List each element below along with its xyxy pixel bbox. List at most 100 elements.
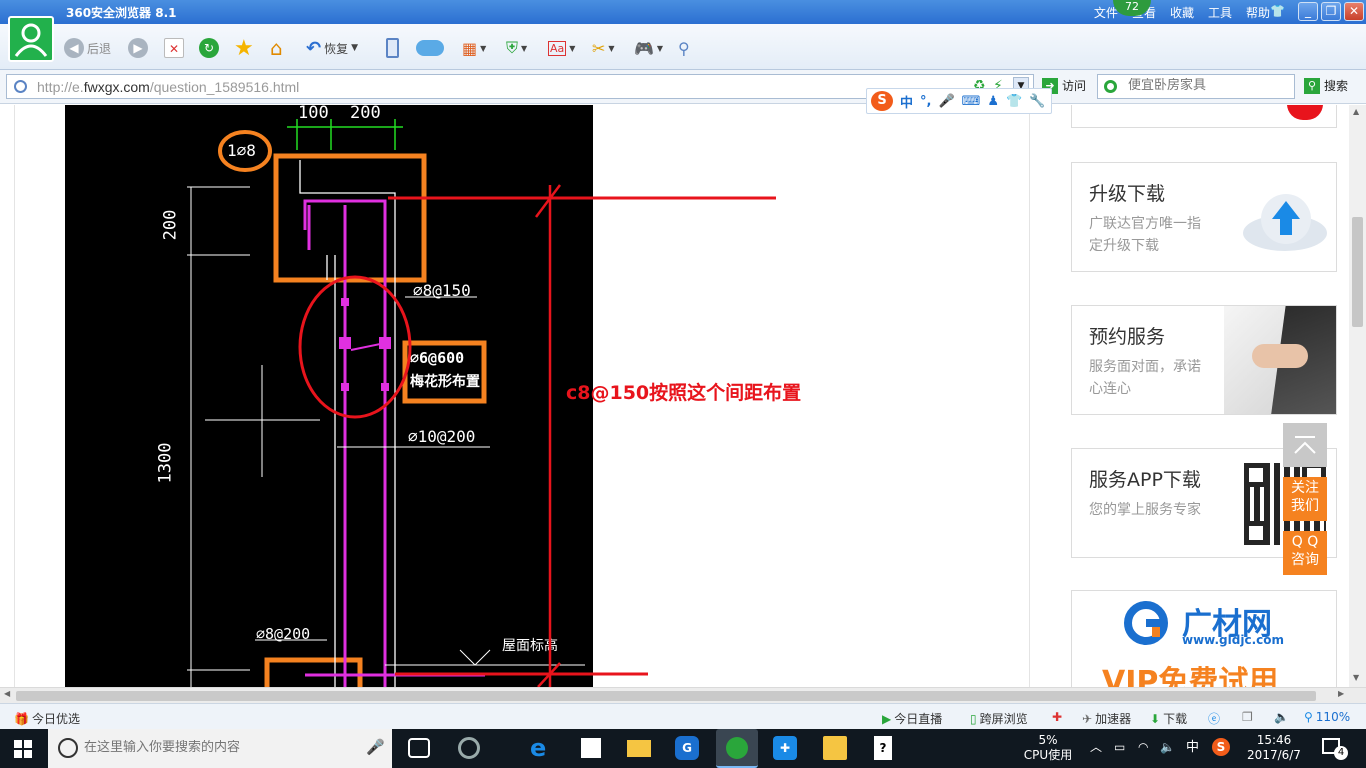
- volume-icon[interactable]: 🔈: [1160, 740, 1175, 755]
- app-360-button[interactable]: [454, 734, 484, 762]
- chevron-up-icon[interactable]: ︿: [1090, 740, 1102, 755]
- medical-button[interactable]: ✚: [1052, 710, 1062, 724]
- home-button[interactable]: ⌂: [270, 36, 283, 60]
- ie-mode[interactable]: ⓔ: [1208, 710, 1220, 727]
- forward-button[interactable]: ▶: [128, 36, 148, 60]
- game-button[interactable]: 🎮 ▼: [634, 36, 663, 60]
- chevron-down-icon: ▼: [569, 43, 576, 53]
- vertical-scroll-thumb[interactable]: [1352, 217, 1363, 327]
- microphone-icon[interactable]: 🎤: [366, 738, 385, 756]
- translate-button[interactable]: Aa ▼: [548, 36, 575, 60]
- taskbar-search-input[interactable]: [84, 740, 364, 755]
- scroll-down-icon[interactable]: ▼: [1353, 673, 1359, 682]
- ime-toolbar[interactable]: S 中 °, 🎤 ⌨ ♟ 👕 🔧: [866, 88, 1052, 114]
- ie-icon: ⓔ: [1208, 712, 1221, 726]
- explorer-button[interactable]: [624, 734, 654, 762]
- edge-icon: e: [530, 734, 547, 762]
- windows-logo-icon: [14, 740, 32, 758]
- zoom-tool-button[interactable]: ⚲: [678, 36, 690, 60]
- sidebar-card-partial[interactable]: [1071, 105, 1337, 128]
- chevron-down-icon: ▼: [351, 43, 359, 53]
- restore-label: 恢复: [324, 41, 349, 56]
- close-window-button[interactable]: ✕: [1344, 2, 1364, 21]
- plus-icon: ✚: [773, 736, 797, 760]
- today-picks[interactable]: 🎁 今日优选: [14, 710, 80, 727]
- stop-button[interactable]: ✕: [164, 36, 184, 60]
- search-input[interactable]: [1128, 78, 1288, 93]
- screenshot-button[interactable]: ✂ ▼: [592, 36, 615, 60]
- back-label: 后退: [87, 41, 112, 56]
- ime-indicator[interactable]: 中: [1186, 740, 1199, 755]
- notes-button[interactable]: [820, 734, 850, 762]
- live-today[interactable]: ▶ 今日直播: [882, 710, 942, 727]
- ime-mode[interactable]: 中: [900, 92, 913, 111]
- qq-consult-button[interactable]: Q Q 咨询: [1283, 531, 1327, 575]
- refresh-button[interactable]: ↻: [199, 36, 219, 60]
- sidebar-card-appointment[interactable]: 预约服务 服务面对面，承诺心连心: [1071, 305, 1337, 415]
- scroll-up-icon[interactable]: ▲: [1353, 107, 1359, 116]
- microphone-icon[interactable]: 🎤: [938, 94, 954, 109]
- title-bar: 360安全浏览器 8.1 文件 查看 收藏 工具 帮助 👕 _ ❐ ✕: [0, 0, 1366, 24]
- glodon-button[interactable]: G: [672, 734, 702, 762]
- scroll-right-icon[interactable]: ▶: [1338, 689, 1344, 698]
- visit-label: 访问: [1062, 79, 1087, 93]
- card-desc: 您的掌上服务专家: [1089, 502, 1201, 518]
- menu-help[interactable]: 帮助: [1246, 4, 1270, 21]
- taskbar-search[interactable]: 🎤: [48, 729, 392, 768]
- search-button[interactable]: ⚲ 搜索: [1304, 77, 1348, 94]
- ime-punct[interactable]: °,: [920, 94, 931, 109]
- zoom-level[interactable]: ⚲ 110%: [1304, 710, 1350, 724]
- restore-window-button[interactable]: ❐: [1321, 2, 1341, 21]
- wrench-icon[interactable]: 🔧: [1029, 94, 1045, 109]
- horizontal-scrollbar[interactable]: ◀ ▶: [0, 687, 1366, 703]
- accelerator[interactable]: ✈ 加速器: [1082, 710, 1131, 727]
- sogou-icon[interactable]: S: [1212, 738, 1230, 756]
- back-to-top-button[interactable]: [1283, 423, 1327, 467]
- horizontal-scroll-thumb[interactable]: [16, 691, 1316, 701]
- security-button[interactable]: ⛨ ▼: [506, 36, 527, 60]
- apps-button[interactable]: ▦ ▼: [462, 36, 486, 60]
- scroll-left-icon[interactable]: ◀: [4, 689, 10, 698]
- sidebar-card-upgrade[interactable]: 升级下载 广联达官方唯一指定升级下载: [1071, 162, 1337, 272]
- cloud-button[interactable]: [416, 36, 444, 60]
- sidebar-ad-banner[interactable]: 广材网 www.gldjc.com VIP免费试用: [1071, 590, 1337, 687]
- action-center-button[interactable]: 4: [1322, 738, 1348, 760]
- help-icon: ?: [874, 736, 892, 760]
- card-desc: 广联达官方唯一指定升级下载: [1089, 216, 1201, 254]
- url-text[interactable]: http://e.fwxgx.com/question_1589516.html: [37, 79, 299, 95]
- user-settings-icon[interactable]: ♟: [987, 94, 999, 109]
- downloads[interactable]: ⬇ 下载: [1150, 710, 1187, 727]
- window-title: 360安全浏览器 8.1: [66, 6, 177, 20]
- avatar[interactable]: [8, 16, 54, 62]
- vertical-scrollbar[interactable]: ▲ ▼: [1349, 105, 1366, 687]
- menu-favorites[interactable]: 收藏: [1170, 4, 1194, 21]
- mobile-button[interactable]: [386, 36, 399, 60]
- clock[interactable]: 15:46 2017/6/7: [1238, 733, 1310, 763]
- wifi-icon[interactable]: ◠: [1138, 740, 1148, 755]
- menu-tools[interactable]: 工具: [1208, 4, 1232, 21]
- annotation-text: c8@150按照这个间距布置: [566, 382, 802, 404]
- minimize-button[interactable]: _: [1298, 2, 1318, 21]
- app-blue-button[interactable]: ✚: [770, 734, 800, 762]
- start-button[interactable]: [14, 740, 32, 761]
- battery-icon[interactable]: ▭: [1114, 740, 1125, 755]
- cross-screen[interactable]: ▯ 跨屏浏览: [970, 710, 1028, 727]
- back-button[interactable]: ◀ 后退: [64, 36, 111, 60]
- favorite-button[interactable]: ★: [234, 36, 254, 61]
- skin-icon[interactable]: 👕: [1006, 94, 1022, 109]
- restore-tab-button[interactable]: ↶ 恢复 ▼: [306, 36, 358, 60]
- cpu-usage[interactable]: 5% CPU使用: [1020, 733, 1076, 763]
- window-mode[interactable]: ❐: [1242, 710, 1253, 724]
- browser-360-active-button[interactable]: [716, 729, 758, 768]
- play-icon: ▶: [882, 711, 892, 726]
- follow-us-button[interactable]: 关注我们: [1283, 477, 1327, 521]
- skin-icon[interactable]: 👕: [1270, 4, 1285, 18]
- task-view-button[interactable]: [404, 734, 434, 762]
- help-app-button[interactable]: ?: [868, 734, 898, 762]
- search-bar[interactable]: [1097, 74, 1295, 99]
- volume[interactable]: 🔈: [1274, 710, 1289, 724]
- keyboard-icon[interactable]: ⌨: [962, 94, 981, 109]
- edge-button[interactable]: e: [526, 734, 556, 762]
- gamepad-icon: 🎮: [634, 38, 654, 58]
- store-button[interactable]: [576, 734, 606, 762]
